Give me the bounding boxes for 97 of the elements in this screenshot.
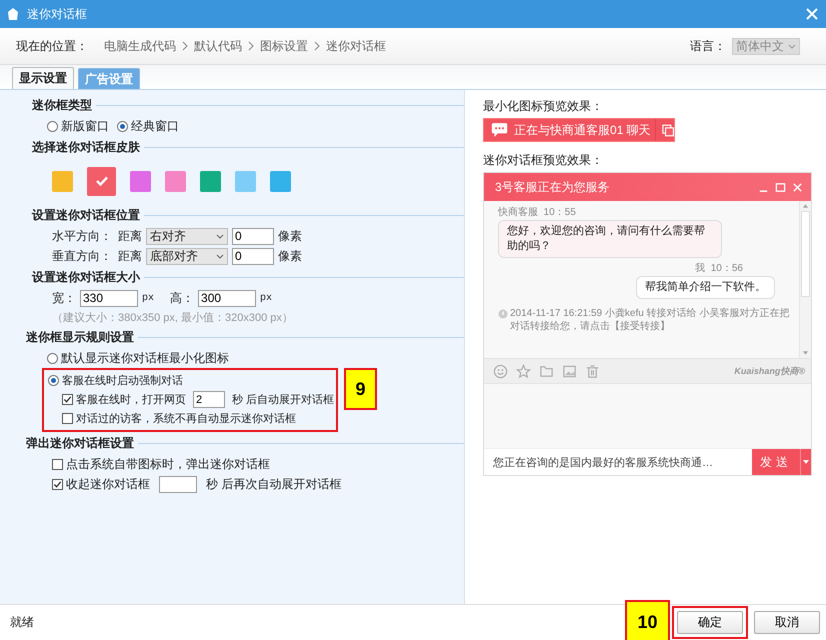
breadcrumb-item[interactable]: 默认代码 (194, 38, 242, 54)
callout-badge: 9 (344, 368, 377, 410)
tab[interactable]: 显示设置 (12, 67, 74, 89)
chevron-icon (314, 41, 320, 51)
skin-swatch[interactable] (235, 170, 256, 192)
option-label: 对话过的访客，系统不再自动显示迷你对话框 (76, 412, 296, 426)
folder-icon[interactable] (539, 364, 554, 378)
language-label: 语言： (690, 38, 726, 54)
radio-button[interactable] (47, 352, 58, 364)
close-icon[interactable] (792, 182, 803, 192)
checkbox[interactable] (62, 394, 73, 405)
emoji-icon[interactable] (493, 364, 508, 378)
field-label: 距离 (118, 248, 142, 264)
breadcrumb-item[interactable]: 图标设置 (260, 38, 308, 54)
trash-icon[interactable] (585, 364, 600, 378)
distance-input[interactable]: 0 (232, 248, 274, 264)
star-icon[interactable] (516, 364, 531, 378)
scrollbar[interactable] (799, 201, 811, 358)
caret-down-icon (803, 460, 809, 464)
image-icon[interactable] (562, 364, 577, 378)
seconds-input[interactable] (159, 476, 197, 492)
preview-label: 最小化图标预览效果： (483, 98, 604, 114)
chat-bubble-icon (491, 122, 508, 138)
window-title: 迷你对话框 (27, 6, 87, 22)
option-label: 新版窗口 (61, 118, 109, 134)
section-heading: 设置迷你对话框位置 (32, 206, 140, 224)
message-bubble: 帮我简单介绍一下软件。 (636, 276, 775, 299)
section-heading: 弹出迷你对话框设置 (26, 434, 134, 452)
minimized-chat-text: 正在与快商通客服01 聊天 (514, 122, 651, 138)
option-label: 默认显示迷你对话框最小化图标 (61, 350, 229, 366)
section-heading: 迷你框类型 (32, 96, 92, 114)
message-bubble: 您好，欢迎您的咨询，请问有什么需要帮助的吗？ (498, 220, 722, 258)
radio-button[interactable] (117, 120, 128, 132)
checkbox[interactable] (62, 413, 73, 424)
option-label: 秒 后再次自动展开对话框 (206, 476, 342, 492)
align-select[interactable]: 底部对齐 (146, 248, 228, 264)
option-label: 秒 后自动展开对话框 (232, 393, 334, 407)
send-options-button[interactable] (800, 449, 811, 475)
brand-logo: Kuaishang快商® (734, 364, 805, 378)
radio-button[interactable] (47, 120, 58, 132)
size-hint: （建议大小：380x350 px, 最小值：320x300 px） (51, 310, 294, 326)
field-label: 垂直方向： (52, 248, 112, 264)
skin-swatch[interactable] (270, 170, 291, 192)
skin-swatch[interactable] (200, 170, 221, 192)
section-heading: 迷你框显示规则设置 (26, 328, 134, 346)
skin-swatch[interactable] (165, 170, 186, 192)
unit-label: px (260, 292, 272, 304)
option-label: 经典窗口 (131, 118, 179, 134)
breadcrumb-label: 现在的位置： (16, 38, 88, 54)
skin-swatch[interactable] (130, 170, 151, 192)
option-label: 客服在线时，打开网页 (76, 392, 186, 407)
input-preview-text: 您正在咨询的是国内最好的客服系统快商通… (492, 456, 714, 470)
chevron-icon (182, 41, 188, 51)
distance-input[interactable]: 0 (232, 228, 274, 244)
preview-label: 迷你对话框预览效果： (483, 152, 604, 168)
dialog-button[interactable]: 确定 (677, 611, 743, 634)
unit-label: 像素 (278, 248, 302, 264)
breadcrumb-item[interactable]: 迷你对话框 (326, 38, 386, 54)
scroll-up-icon[interactable] (802, 203, 809, 209)
chevron-down-icon (216, 254, 224, 258)
scroll-down-icon[interactable] (802, 350, 809, 356)
skin-swatch[interactable] (52, 170, 73, 192)
field-label: 宽： (52, 290, 76, 306)
callout-badge: 10 (625, 600, 670, 640)
field-label: 距离 (118, 228, 142, 244)
breadcrumb-item[interactable]: 电脑生成代码 (104, 38, 176, 54)
radio-button[interactable] (48, 374, 59, 386)
checkbox[interactable] (52, 478, 63, 490)
dialog-button[interactable]: 取消 (754, 611, 820, 634)
option-label: 点击系统自带图标时，弹出迷你对话框 (66, 456, 270, 472)
message-meta: 我 10：56 (695, 262, 743, 275)
field-label: 高： (170, 290, 194, 306)
unit-label: 像素 (278, 228, 302, 244)
option-label: 客服在线时启动强制对话 (62, 374, 183, 388)
app-icon (5, 6, 21, 22)
close-icon[interactable] (806, 8, 818, 20)
info-icon (498, 309, 508, 319)
checkbox[interactable] (52, 458, 63, 470)
message-meta: 快商客服 10：55 (498, 206, 577, 219)
skin-swatch[interactable] (87, 166, 116, 196)
restore-icon[interactable] (662, 124, 674, 136)
maximize-icon[interactable] (775, 182, 786, 192)
status-text: 就绪 (10, 614, 34, 631)
option-label: 收起迷你对话框 (66, 476, 150, 492)
seconds-input[interactable]: 2 (193, 391, 225, 408)
section-heading: 设置迷你对话框大小 (32, 268, 140, 286)
chevron-down-icon (788, 44, 796, 48)
align-select[interactable]: 右对齐 (146, 228, 228, 244)
field-label: 水平方向： (52, 228, 112, 244)
system-message: 2014-11-17 16:21:59 小龚kefu 转接对话给 小吴客服对方正在把对话转接给您，请点击【接受转接】 (510, 307, 790, 333)
chevron-down-icon (216, 234, 224, 238)
chevron-icon (248, 41, 254, 51)
unit-label: px (142, 292, 154, 304)
height-input[interactable]: 300 (198, 290, 256, 306)
width-input[interactable]: 330 (80, 290, 138, 306)
section-heading: 选择迷你对话框皮肤 (32, 138, 140, 156)
chat-title: 3号客服正在为您服务 (495, 178, 610, 196)
